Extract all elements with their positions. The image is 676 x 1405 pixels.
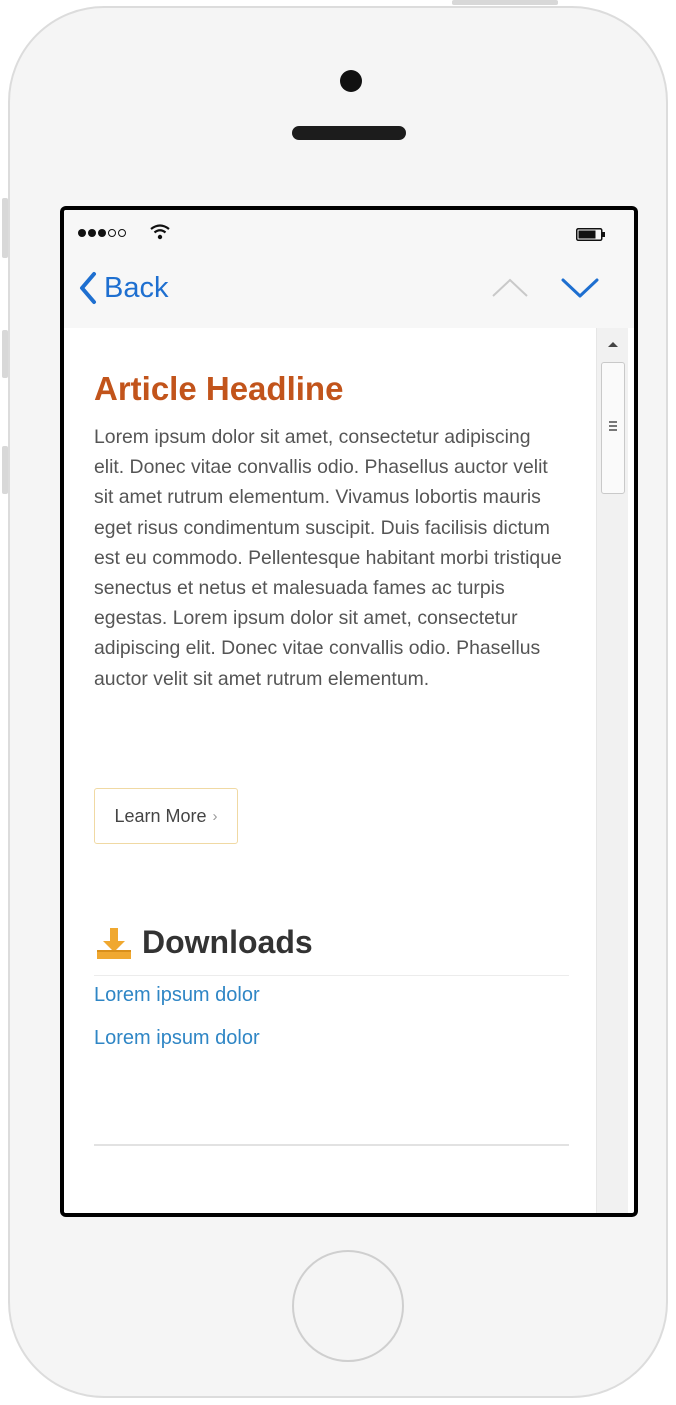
chevron-right-icon: › [212, 807, 218, 825]
wifi-icon [150, 224, 170, 240]
back-label: Back [104, 271, 169, 304]
divider [94, 1144, 569, 1146]
signal-dot [118, 229, 126, 237]
signal-dot [88, 229, 96, 237]
scrollbar-thumb[interactable] [601, 362, 625, 494]
downloads-header: Downloads [94, 922, 313, 962]
divider [94, 975, 569, 976]
power-button [452, 0, 558, 5]
download-link[interactable]: Lorem ipsum dolor [94, 1027, 260, 1050]
signal-dot [78, 229, 86, 237]
screen: Back Article Headline Lorem ipsum dolor … [60, 206, 638, 1217]
chevron-left-icon [80, 272, 96, 304]
download-icon [97, 928, 131, 959]
learn-more-label: Learn More [114, 805, 207, 826]
grip-line [609, 425, 617, 427]
chevron-up-icon[interactable] [490, 270, 530, 306]
scrollbar[interactable] [596, 328, 628, 1213]
phone-frame: Back Article Headline Lorem ipsum dolor … [8, 6, 668, 1398]
status-bar [64, 210, 634, 250]
grip-line [609, 421, 617, 423]
home-button[interactable] [292, 1250, 404, 1362]
volume-down-button [2, 446, 8, 494]
signal-dot [98, 229, 106, 237]
mute-switch [2, 198, 8, 258]
signal-dot [108, 229, 116, 237]
grip-line [609, 429, 617, 431]
article-body: Lorem ipsum dolor sit amet, consectetur … [94, 426, 562, 690]
downloads-title: Downloads [142, 923, 313, 960]
back-button[interactable]: Back [78, 268, 168, 308]
speaker [292, 126, 406, 140]
camera [340, 70, 362, 92]
download-link[interactable]: Lorem ipsum dolor [94, 984, 260, 1007]
article-content: Article Headline Lorem ipsum dolor sit a… [64, 328, 596, 1213]
article-headline: Article Headline [94, 370, 344, 407]
volume-up-button [2, 330, 8, 378]
scroll-up-arrow-icon[interactable] [605, 338, 621, 350]
signal-strength-icon [78, 229, 126, 237]
chevron-down-icon[interactable] [560, 270, 600, 306]
learn-more-button[interactable]: Learn More › [94, 788, 238, 844]
screen-inner: Back Article Headline Lorem ipsum dolor … [64, 210, 634, 1213]
navigation-bar: Back [64, 250, 634, 328]
battery-icon [576, 228, 605, 241]
